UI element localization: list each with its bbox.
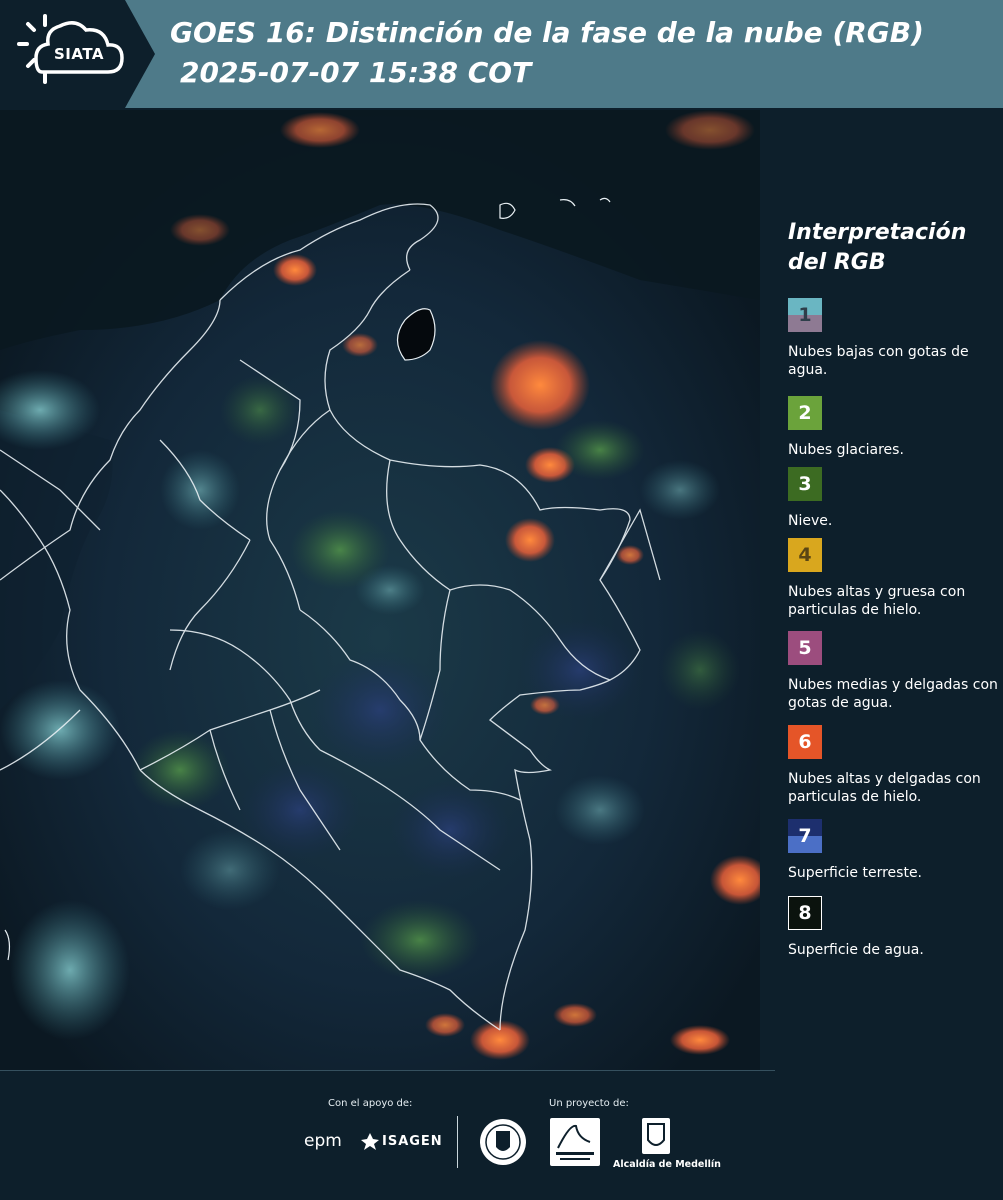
- legend-num-5: 5: [798, 637, 812, 659]
- support-label: Con el apoyo de:: [328, 1098, 413, 1109]
- legend-item-4: 4 Nubes altas y gruesa con particulas de…: [788, 538, 998, 619]
- footer: Con el apoyo de: Un proyecto de: epm ISA…: [0, 1070, 1003, 1200]
- legend-item-3: 3 Nieve.: [788, 467, 998, 530]
- page-title: GOES 16: Distinción de la fase de la nub…: [170, 16, 924, 49]
- footer-divider-line: [0, 1070, 775, 1071]
- page-subtitle: 2025-07-07 15:38 COT: [180, 56, 532, 89]
- legend-swatch-6: 6: [788, 725, 822, 759]
- legend-label-2: Nubes glaciares.: [788, 442, 904, 458]
- legend-swatch-1: 1: [788, 298, 822, 332]
- alcaldia-label: Alcaldía de Medellín: [613, 1159, 721, 1170]
- footer-vertical-divider: [457, 1116, 458, 1168]
- medellin-seal-icon: [480, 1119, 526, 1165]
- legend-item-7: 7 Superficie terreste.: [788, 819, 998, 882]
- isagen-logo: ISAGEN: [382, 1134, 443, 1149]
- project-label: Un proyecto de:: [549, 1098, 629, 1109]
- legend-num-7: 7: [798, 825, 812, 847]
- legend-num-4: 4: [798, 544, 812, 566]
- legend-swatch-4: 4: [788, 538, 822, 572]
- area-metropolitana-logo: [550, 1118, 600, 1166]
- legend-label-1: Nubes bajas con gotas de agua.: [788, 344, 969, 378]
- legend-num-1: 1: [798, 304, 812, 326]
- legend-label-4: Nubes altas y gruesa con particulas de h…: [788, 584, 966, 618]
- legend-label-7: Superficie terreste.: [788, 865, 923, 881]
- legend-item-6: 6 Nubes altas y delgadas con particulas …: [788, 725, 998, 806]
- legend-item-2: 2 Nubes glaciares.: [788, 396, 998, 459]
- legend-swatch-5: 5: [788, 631, 822, 665]
- alcaldia-shield-icon: [642, 1118, 670, 1154]
- legend-item-5: 5 Nubes medias y delgadas con gotas de a…: [788, 631, 998, 712]
- legend-label-6: Nubes altas y delgadas con particulas de…: [788, 771, 981, 805]
- legend-title: Interpretación del RGB: [788, 220, 967, 275]
- logo-text: SIATA: [54, 45, 105, 63]
- legend-num-2: 2: [798, 402, 812, 424]
- legend-num-8: 8: [798, 902, 812, 924]
- legend-swatch-8: 8: [788, 896, 822, 930]
- legend-item-8: 8 Superficie de agua.: [788, 896, 998, 959]
- legend-label-8: Superficie de agua.: [788, 942, 924, 958]
- legend-swatch-7: 7: [788, 819, 822, 853]
- isagen-icon: [361, 1133, 379, 1150]
- legend-label-3: Nieve.: [788, 513, 833, 529]
- legend-swatch-3: 3: [788, 467, 822, 501]
- epm-logo: epm: [304, 1131, 342, 1151]
- siata-logo: SIATA: [0, 0, 155, 108]
- legend-panel: Interpretación del RGB 1 Nubes bajas con…: [760, 110, 1003, 1070]
- legend-item-1: 1 Nubes bajas con gotas de agua.: [788, 298, 998, 379]
- legend-num-3: 3: [798, 473, 812, 495]
- legend-label-5: Nubes medias y delgadas con gotas de agu…: [788, 677, 998, 711]
- legend-num-6: 6: [798, 731, 812, 753]
- satellite-map: [0, 110, 760, 1070]
- header: SIATA GOES 16: Distinción de la fase de …: [0, 0, 1003, 108]
- legend-swatch-2: 2: [788, 396, 822, 430]
